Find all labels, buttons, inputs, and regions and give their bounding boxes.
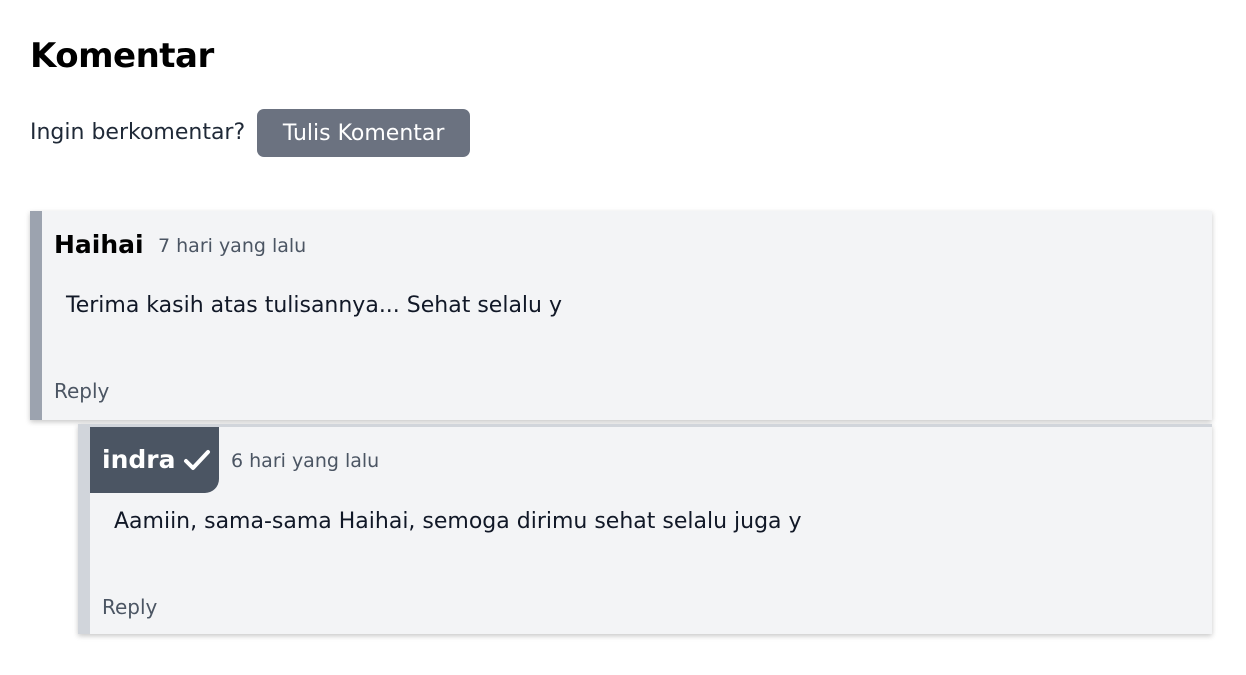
author-badge: indra <box>90 427 219 493</box>
comment-author: Haihai <box>54 230 144 259</box>
comment-prompt-row: Ingin berkomentar? Tulis Komentar <box>30 109 471 157</box>
comment-body: Aamiin, sama-sama Haihai, semoga dirimu … <box>114 509 802 534</box>
comment-prompt: Ingin berkomentar? <box>30 120 246 145</box>
write-comment-button[interactable]: Tulis Komentar <box>257 109 471 157</box>
comment-body: Terima kasih atas tulisannya... Sehat se… <box>66 293 562 318</box>
comments-page: Komentar Ingin berkomentar? Tulis Koment… <box>0 0 1246 675</box>
check-icon <box>184 450 211 470</box>
reply-comment-item: indra 6 hari yang lalu Aamiin, sama-sama… <box>78 424 1212 634</box>
comment-item: Haihai 7 hari yang lalu Terima kasih ata… <box>30 211 1212 420</box>
reply-link[interactable]: Reply <box>54 378 109 404</box>
section-title: Komentar <box>30 36 214 76</box>
comment-author: indra <box>102 445 176 474</box>
reply-link[interactable]: Reply <box>102 594 157 620</box>
comment-time: 7 hari yang lalu <box>158 235 307 257</box>
comment-time: 6 hari yang lalu <box>231 450 380 472</box>
